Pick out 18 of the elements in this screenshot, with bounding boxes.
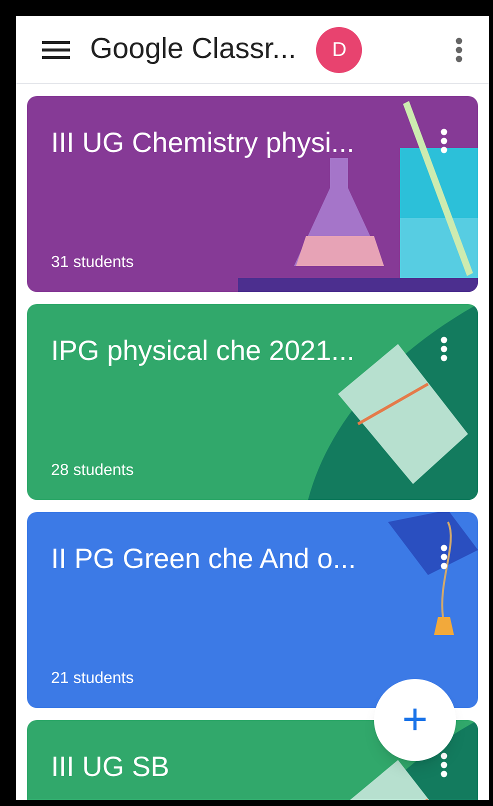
more-options-icon[interactable] [440,336,448,362]
more-options-icon[interactable] [455,36,463,62]
more-options-icon[interactable] [440,128,448,154]
class-title[interactable]: III UG SB [51,746,170,788]
class-title[interactable]: IPG physical che 2021... [51,330,355,372]
student-count: 28 students [51,461,134,481]
student-count: 31 students [51,253,134,273]
menu-icon[interactable] [42,40,70,60]
account-avatar[interactable]: D [316,26,362,72]
app-title: Google Classr... [90,32,296,67]
class-card[interactable]: IPG physical che 2021... 28 students [27,304,478,500]
more-options-icon[interactable] [440,752,448,778]
class-title[interactable]: III UG Chemistry physi... [51,122,354,164]
more-options-icon[interactable] [440,544,448,570]
class-card[interactable]: II PG Green che And o... 21 students [27,512,478,708]
class-title[interactable]: II PG Green che And o... [51,538,356,580]
class-card[interactable]: III UG Chemistry physi... 31 students [27,96,478,292]
student-count: 21 students [51,669,134,689]
